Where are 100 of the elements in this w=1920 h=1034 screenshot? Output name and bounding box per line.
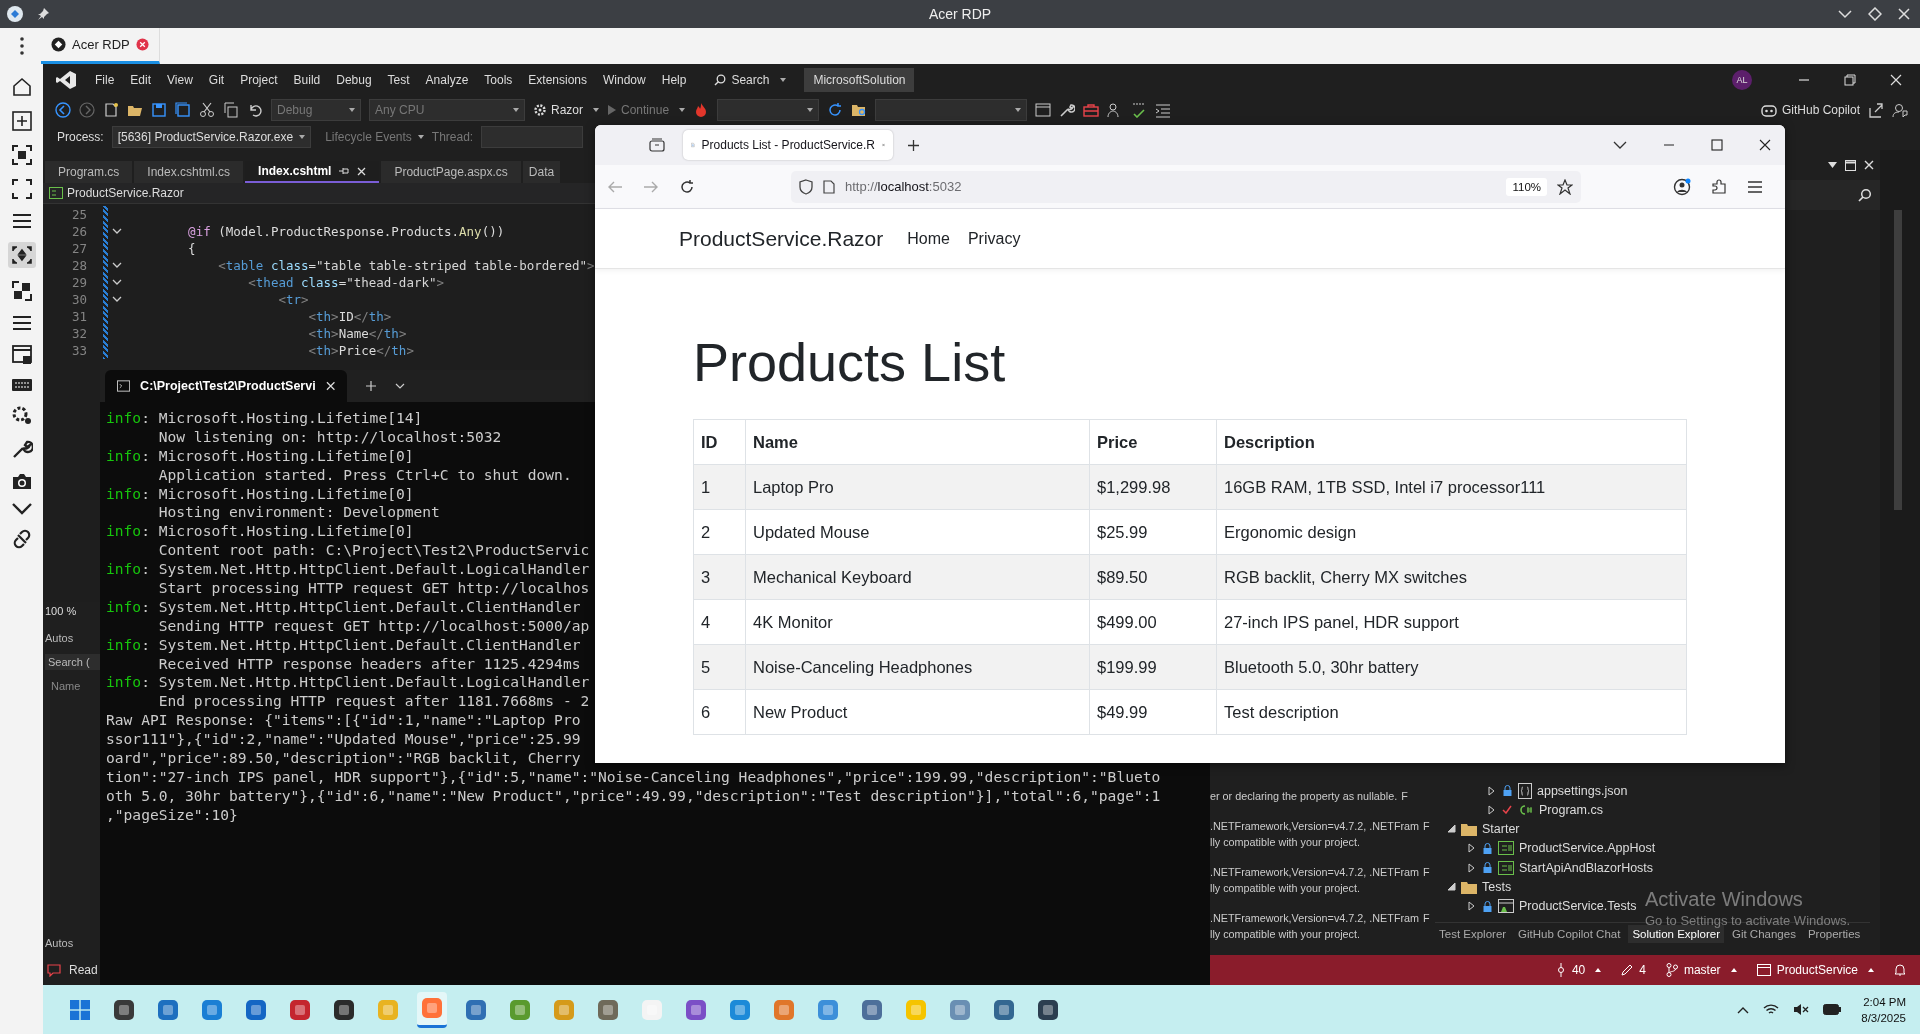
home-icon[interactable] <box>10 76 33 98</box>
panel-tab[interactable]: Test Explorer <box>1435 925 1511 943</box>
save-all-icon[interactable] <box>175 102 191 118</box>
menu-item[interactable]: Window <box>595 73 654 87</box>
nav-link[interactable]: Privacy <box>967 229 1021 248</box>
account-avatar[interactable]: AL <box>1732 70 1752 90</box>
menu-item[interactable]: Git <box>200 73 233 87</box>
share-icon[interactable] <box>1868 102 1884 118</box>
menu-item[interactable]: Analyze <box>417 73 477 87</box>
menu-item[interactable]: Tools <box>476 73 521 87</box>
collapse-icon[interactable] <box>112 228 122 235</box>
errors-indicator[interactable]: 40 <box>1555 963 1602 977</box>
expand-icon[interactable] <box>1467 843 1476 854</box>
add-window-icon[interactable] <box>10 110 33 132</box>
plus-icon[interactable] <box>365 380 377 392</box>
window-icon[interactable] <box>10 344 33 366</box>
keyboard-icon[interactable] <box>10 378 33 392</box>
tree-item[interactable]: ProductService.Tests <box>1519 899 1637 914</box>
star-icon[interactable] <box>1557 178 1573 195</box>
expand-icon[interactable] <box>1487 804 1496 815</box>
search-button[interactable]: Search <box>708 71 793 89</box>
clock[interactable]: 2:04 PM 8/3/2025 <box>1861 993 1906 1026</box>
spell-check-icon[interactable] <box>1131 102 1148 118</box>
menu-item[interactable]: File <box>87 73 123 87</box>
more-icon[interactable] <box>20 37 24 55</box>
message-icon[interactable] <box>47 963 61 977</box>
panel-tab[interactable]: Properties <box>1803 925 1865 943</box>
camera-icon[interactable] <box>10 472 33 490</box>
menu-icon[interactable] <box>10 314 33 332</box>
terminal-tab[interactable]: C:\Project\Test2\ProductServi <box>105 370 347 402</box>
undo-icon[interactable] <box>247 102 263 118</box>
site-brand[interactable]: ProductService.Razor <box>679 226 884 251</box>
focus-frame-icon[interactable] <box>10 144 33 166</box>
expand-icon[interactable] <box>1447 824 1456 835</box>
restore-icon[interactable] <box>1844 74 1856 86</box>
expand-icon[interactable] <box>1447 882 1456 893</box>
tree-item[interactable]: appsettings.json <box>1537 783 1628 798</box>
chevron-down-icon[interactable] <box>1613 141 1627 149</box>
panel-tab[interactable]: Git Changes <box>1727 925 1800 943</box>
browser-tab[interactable]: Products List - ProductService.R <box>683 130 893 160</box>
reload-icon[interactable] <box>679 178 695 195</box>
puzzle-icon[interactable] <box>1711 178 1727 195</box>
cut-icon[interactable] <box>199 102 215 118</box>
pin-icon[interactable] <box>339 167 350 175</box>
tab-list-icon[interactable] <box>649 138 665 152</box>
document-tab[interactable]: Index.cshtml.cs <box>134 161 244 183</box>
chevron-up-icon[interactable] <box>1737 1005 1750 1014</box>
save-icon[interactable] <box>151 102 167 118</box>
menu-item[interactable]: Build <box>285 73 329 87</box>
dropdown-icon[interactable] <box>1828 162 1837 168</box>
menu-icon[interactable] <box>10 212 33 230</box>
toolbox-icon[interactable] <box>1083 102 1100 118</box>
zoom-badge[interactable]: 110% <box>1506 177 1547 196</box>
wrench-icon[interactable] <box>1059 102 1076 118</box>
menu-item[interactable]: Debug <box>328 73 380 87</box>
feedback-icon[interactable] <box>1892 102 1908 118</box>
address-bar[interactable]: http://localhost:5032 110% <box>791 170 1581 203</box>
expand-icon[interactable] <box>1487 785 1496 796</box>
expand-icon[interactable] <box>1467 862 1476 873</box>
chevron-down-icon[interactable] <box>10 502 33 516</box>
tree-item[interactable]: ProductService.AppHost <box>1519 841 1656 856</box>
muted-speaker-icon[interactable] <box>1793 1003 1810 1016</box>
indent-icon[interactable] <box>1155 102 1172 118</box>
nav-link[interactable]: Home <box>907 229 950 248</box>
tree-item[interactable]: Starter <box>1482 822 1520 837</box>
menu-item[interactable]: Project <box>232 73 286 87</box>
new-tab-icon[interactable] <box>907 138 920 152</box>
close-icon[interactable] <box>1759 139 1771 151</box>
forward-icon[interactable] <box>79 102 95 118</box>
battery-icon[interactable] <box>1823 1004 1842 1015</box>
fit-screen-icon[interactable] <box>7 242 36 268</box>
continue-button[interactable]: Continue <box>607 103 686 117</box>
maximize-icon[interactable] <box>1711 139 1723 151</box>
document-tab[interactable]: ProductPage.aspx.cs <box>381 161 521 183</box>
zoom-level[interactable]: 100 % <box>43 605 77 617</box>
scrollbar[interactable] <box>1880 150 1920 955</box>
panel-tab[interactable]: Autos <box>45 937 74 949</box>
project-dropdown[interactable]: ProductService.Razor <box>67 186 184 200</box>
folder-search-icon[interactable] <box>851 102 868 118</box>
menu-item[interactable]: Test <box>379 73 418 87</box>
menu-item[interactable]: Edit <box>122 73 160 87</box>
search-icon[interactable] <box>1858 188 1872 202</box>
startup-project-button[interactable]: Razor <box>533 103 599 117</box>
menu-item[interactable]: Help <box>653 73 695 87</box>
menu-item[interactable]: View <box>159 73 201 87</box>
branch-button[interactable]: master <box>1665 963 1737 977</box>
document-tab[interactable]: Data <box>522 161 561 183</box>
search-field[interactable]: Search ( <box>45 654 101 670</box>
pin-icon[interactable] <box>36 7 50 21</box>
document-tab[interactable]: Program.cs <box>45 161 133 183</box>
tree-item[interactable]: StartApiAndBlazorHosts <box>1519 860 1654 875</box>
tree-item[interactable]: Tests <box>1482 880 1512 895</box>
repository-button[interactable]: ProductService <box>1756 963 1874 977</box>
tree-item[interactable]: Program.cs <box>1539 802 1603 817</box>
back-icon[interactable] <box>55 102 71 118</box>
diamond-icon[interactable] <box>1868 7 1882 21</box>
panel-tab[interactable]: GitHub Copilot Chat <box>1514 925 1625 943</box>
copy-icon[interactable] <box>223 102 239 118</box>
new-file-icon[interactable] <box>103 102 119 118</box>
account-icon[interactable] <box>1673 177 1691 196</box>
